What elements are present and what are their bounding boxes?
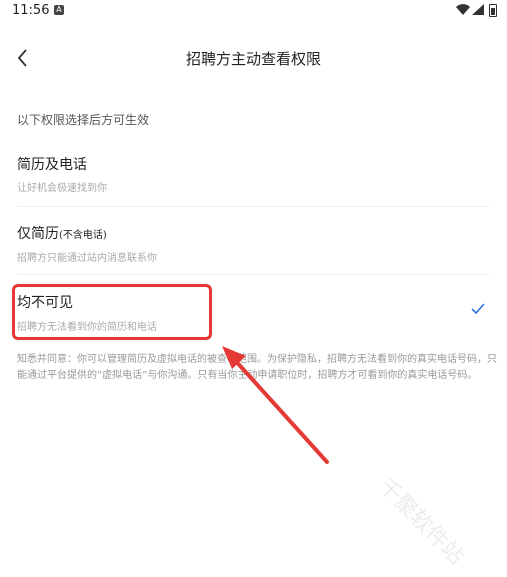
checkmark-icon — [471, 303, 485, 315]
option-label: 简历及电话 — [17, 157, 87, 173]
battery-icon — [489, 4, 497, 17]
status-time: 11:56 — [12, 3, 50, 18]
notification-icon: A — [54, 5, 64, 15]
section-hint: 以下权限选择后方可生效 — [17, 113, 150, 127]
annotation-highlight-box — [12, 284, 212, 340]
option-resume-only[interactable]: 仅简历(不含电话) 招聘方只能通过站内消息联系你 — [0, 214, 507, 282]
signal-icon — [472, 4, 484, 15]
option-desc: 招聘方只能通过站内消息联系你 — [17, 253, 157, 264]
page-title: 招聘方主动查看权限 — [185, 50, 321, 68]
option-resume-and-phone[interactable]: 简历及电话 让好机会极速找到你 — [0, 146, 507, 214]
divider — [17, 206, 490, 207]
option-desc: 让好机会极速找到你 — [17, 183, 107, 194]
watermark: 千聚软件站 — [373, 474, 469, 570]
consent-note: 知悉并同意：你可以管理简历及虚拟电话的被查看范围。为保护隐私，招聘方无法看到你的… — [17, 354, 497, 381]
divider — [17, 274, 490, 275]
wifi-icon — [456, 4, 470, 15]
status-bar: 11:56 A — [0, 0, 507, 24]
option-label: 仅简历(不含电话) — [17, 226, 107, 242]
